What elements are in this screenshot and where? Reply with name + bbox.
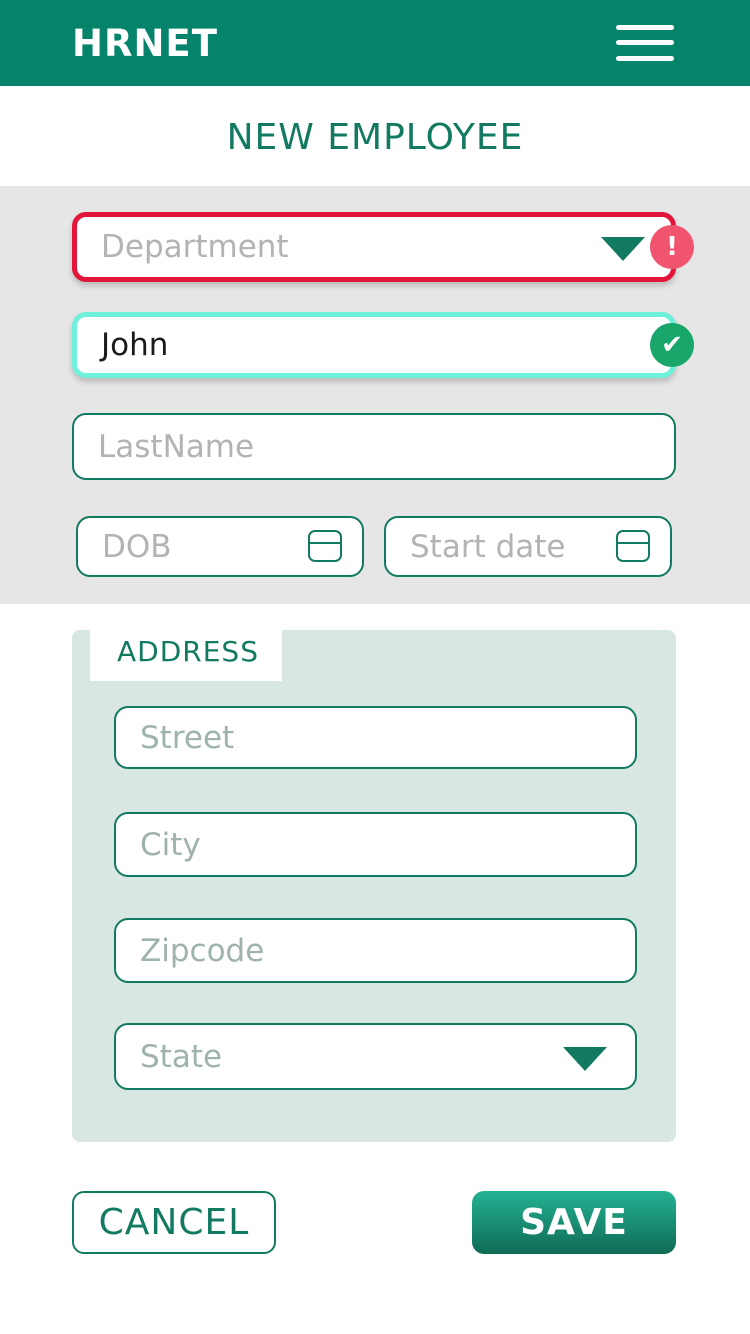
app-logo[interactable]: HRNET [72, 22, 218, 66]
last-name-placeholder: LastName [98, 428, 255, 465]
chevron-down-icon[interactable] [563, 1047, 607, 1071]
first-name-value: John [101, 327, 169, 363]
app-header: HRNET [0, 0, 750, 86]
start-date-placeholder: Start date [410, 528, 566, 565]
dob-input[interactable]: DOB [76, 516, 364, 577]
menu-line [616, 40, 674, 45]
first-name-input[interactable]: John [72, 312, 676, 378]
menu-line [616, 56, 674, 61]
zipcode-placeholder: Zipcode [140, 932, 265, 969]
start-date-input[interactable]: Start date [384, 516, 672, 577]
calendar-icon[interactable] [308, 530, 342, 562]
error-icon: ! [650, 225, 694, 269]
dob-placeholder: DOB [102, 528, 172, 565]
cancel-button[interactable]: CANCEL [72, 1191, 276, 1254]
hamburger-menu-icon[interactable] [612, 22, 676, 66]
page-title: NEW EMPLOYEE [226, 117, 524, 158]
city-placeholder: City [140, 826, 201, 863]
zipcode-input[interactable]: Zipcode [114, 918, 637, 983]
street-input[interactable]: Street [114, 706, 637, 769]
menu-line [616, 25, 674, 30]
check-icon: ✔ [650, 323, 694, 367]
state-select[interactable]: State [114, 1023, 637, 1090]
address-label: ADDRESS [117, 635, 259, 668]
calendar-icon[interactable] [616, 530, 650, 562]
street-placeholder: Street [140, 719, 235, 756]
last-name-input[interactable]: LastName [72, 413, 676, 480]
chevron-down-icon[interactable] [601, 237, 645, 261]
state-placeholder: State [140, 1038, 223, 1075]
department-placeholder: Department [101, 229, 289, 265]
save-button[interactable]: SAVE [472, 1191, 676, 1254]
city-input[interactable]: City [114, 812, 637, 877]
department-select[interactable]: Department [72, 212, 676, 282]
